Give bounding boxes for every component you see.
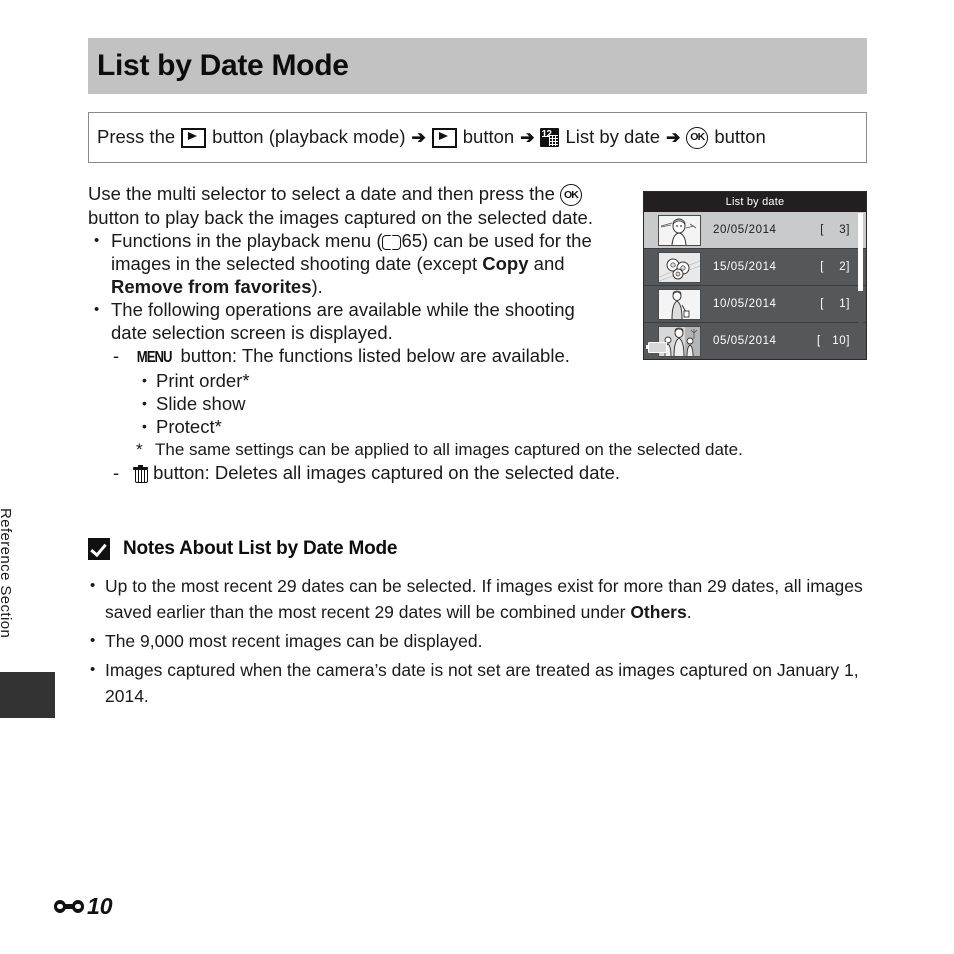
lcd-row[interactable]: 15/05/2014 [ 2]	[644, 249, 866, 286]
bullet1-page-ref: 65) can be used for the	[401, 230, 592, 252]
menu-footnote: * The same settings can be applied to al…	[133, 438, 743, 461]
bullet2-line-1: The following operations are available w…	[111, 299, 575, 321]
menu-line-text: button: The functions listed below are a…	[180, 345, 570, 367]
playback-button-icon	[181, 127, 207, 148]
note-text-2: The 9,000 most recent images can be disp…	[105, 631, 483, 651]
body-bullet-2: The following operations are available w…	[88, 298, 743, 484]
standing-person-thumbnail	[658, 288, 701, 320]
body-text-column: Use the multi selector to select a date …	[88, 182, 743, 484]
lcd-row-date: 20/05/2014	[713, 224, 777, 236]
bullet1-text-2: images in the selected shooting date (ex…	[111, 253, 483, 275]
battery-level-icon	[645, 342, 667, 353]
lcd-row-count: [ 2]	[820, 261, 850, 273]
menu-button-icon: MENU	[136, 349, 173, 367]
bullet1-text-1: Functions in the playback menu (	[111, 230, 383, 252]
menu-option: Slide show	[133, 392, 628, 415]
sub-item-menu: MENU button: The functions listed below …	[111, 344, 743, 461]
lcd-row-count: [ 3]	[820, 224, 850, 236]
footnote-text: The same settings can be applied to all …	[155, 440, 743, 460]
intro-text-2: button to play back the images captured …	[88, 207, 593, 229]
trash-line-text: button: Deletes all images captured on t…	[153, 462, 621, 484]
body-bullet-list: Functions in the playback menu ( 65) can …	[88, 229, 743, 484]
delete-button-icon	[133, 465, 148, 484]
notes-list: Up to the most recent 29 dates can be se…	[88, 573, 868, 709]
ok-button-icon-inline: OK	[560, 184, 583, 207]
intro-paragraph: Use the multi selector to select a date …	[88, 182, 628, 229]
note-text-3: Images captured when the camera’s date i…	[105, 660, 859, 706]
note-text-1: Up to the most recent 29 dates can be se…	[105, 576, 863, 622]
footnote-marker: *	[136, 440, 143, 460]
arrow-right-icon-3: ➔	[666, 128, 681, 147]
intro-text-1: Use the multi selector to select a date …	[88, 183, 555, 204]
menu-option: Protect*	[133, 415, 628, 438]
procedure-line: Press the button (playback mode) ➔ butto…	[89, 126, 766, 149]
bullet1-bold-remove-favorites: Remove from favorites	[111, 276, 312, 298]
page-title-banner: List by Date Mode	[88, 38, 867, 94]
body-bullet-1: Functions in the playback menu ( 65) can …	[88, 229, 628, 298]
body-sub-list: MENU button: The functions listed below …	[111, 344, 743, 484]
flowers-thumbnail	[658, 251, 701, 283]
notes-block: Notes About List by Date Mode Up to the …	[88, 538, 868, 712]
lcd-scrollbar-thumb[interactable]	[858, 213, 863, 291]
note-bold-others: Others	[630, 602, 687, 622]
lcd-row-count: [ 10]	[817, 335, 850, 347]
portrait-person-thumbnail	[658, 214, 701, 246]
bullet1-bold-copy: Copy	[482, 253, 529, 275]
note-item: Images captured when the camera’s date i…	[88, 657, 868, 709]
lcd-row-date: 15/05/2014	[713, 261, 777, 273]
lcd-row[interactable]: 10/05/2014 [ 1]	[644, 286, 866, 323]
section-label: Reference Section	[0, 508, 14, 639]
procedure-step-4: button	[714, 126, 766, 148]
manual-reference-book-icon	[382, 235, 402, 251]
reference-section-tab: Reference Section	[0, 508, 56, 720]
menu-option: Print order*	[133, 369, 628, 392]
arrow-right-icon: ➔	[411, 128, 426, 147]
menu-options-list: Print order* Slide show Protect*	[133, 369, 628, 438]
reference-section-E-icon	[54, 899, 84, 914]
lcd-row[interactable]: 20/05/2014 [ 3]	[644, 212, 866, 249]
lcd-row-list: 20/05/2014 [ 3] 15/05/2014 [ 2] 10/05/20…	[644, 212, 866, 359]
notes-heading: Notes About List by Date Mode	[88, 538, 868, 560]
lcd-title: List by date	[644, 192, 866, 212]
page-footer: 10	[54, 893, 113, 920]
playback-button-icon-2	[431, 127, 457, 148]
note-item: Up to the most recent 29 dates can be se…	[88, 573, 868, 625]
note-text-1-end: .	[686, 602, 692, 622]
lcd-row-count: [ 1]	[820, 298, 850, 310]
page-title: List by Date Mode	[97, 49, 349, 82]
lcd-row-date: 10/05/2014	[713, 298, 777, 310]
section-thumb-index-block	[0, 672, 55, 718]
camera-lcd-screenshot: List by date 20/05/2014 [ 3] 15/05/2014 …	[643, 191, 867, 360]
calendar-icon-grid	[549, 134, 559, 146]
bullet1-text-4: ).	[311, 276, 323, 298]
list-by-date-icon: 12	[540, 128, 560, 147]
procedure-box: Press the button (playback mode) ➔ butto…	[88, 112, 867, 163]
ok-button-icon: OK	[686, 126, 709, 149]
page-number: 10	[87, 893, 113, 919]
lcd-row-date: 05/05/2014	[713, 335, 777, 347]
caution-checkmark-icon	[88, 538, 110, 560]
note-item: The 9,000 most recent images can be disp…	[88, 628, 868, 654]
procedure-step-3: List by date	[565, 126, 661, 148]
procedure-prefix: Press the	[97, 126, 176, 148]
notes-heading-text: Notes About List by Date Mode	[123, 538, 398, 559]
arrow-right-icon-2: ➔	[520, 128, 535, 147]
procedure-step-2: button	[462, 126, 515, 148]
sub-item-delete: button: Deletes all images captured on t…	[111, 461, 628, 484]
lcd-row[interactable]: 05/05/2014 [ 10]	[644, 323, 866, 359]
procedure-step-1: button (playback mode)	[212, 126, 406, 148]
bullet2-line-2: date selection screen is displayed.	[111, 322, 393, 344]
bullet1-text-3: and	[528, 253, 565, 275]
